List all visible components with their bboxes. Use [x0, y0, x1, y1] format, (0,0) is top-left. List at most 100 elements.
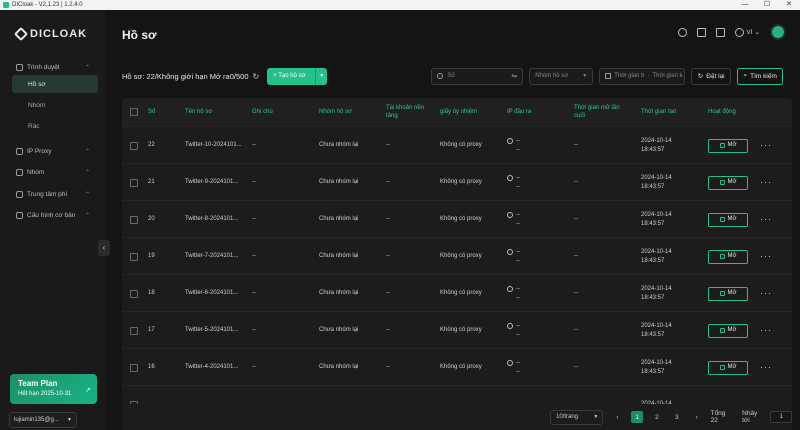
more-options-icon[interactable]: ··· [760, 164, 772, 201]
ip-value: -- [516, 137, 520, 144]
user-account-dropdown[interactable]: lujiamin135@g... ▼ [9, 412, 77, 428]
ip-value-2: -- [516, 368, 520, 375]
header-name[interactable]: Tên hồ sơ [185, 98, 212, 126]
prev-page-button[interactable]: ‹ [611, 411, 623, 423]
book-icon[interactable] [697, 27, 707, 37]
calendar-icon [605, 73, 612, 79]
more-options-icon[interactable]: ··· [760, 238, 772, 275]
header-created[interactable]: Thời gian tạo [641, 98, 676, 126]
reset-button[interactable]: ↻ Đặt lại [691, 67, 732, 85]
header-note[interactable]: Ghi chú [252, 98, 273, 126]
filter-icon[interactable]: ⇋ [511, 72, 517, 80]
open-profile-button[interactable]: Mở [708, 138, 748, 153]
link-icon[interactable] [716, 27, 726, 37]
zoom-icon[interactable] [507, 212, 513, 218]
row-checkbox[interactable] [130, 201, 138, 238]
open-icon [719, 291, 725, 296]
sidebar-item-ip-proxy[interactable]: IP Proxy ⌃ [6, 142, 98, 160]
zoom-icon[interactable] [507, 138, 513, 144]
table-row[interactable]: 22 Twitter-10-2024101... -- Chưa nhóm lại --… [122, 126, 792, 163]
open-profile-button[interactable]: Mở [708, 286, 748, 301]
select-all-checkbox[interactable] [130, 98, 138, 126]
ip-value: -- [516, 248, 520, 255]
more-options-icon[interactable]: ··· [760, 349, 772, 386]
more-options-icon[interactable]: ··· [760, 201, 772, 238]
plan-card[interactable]: Team Plan Hết hạn 2025-10-31 ↗ [10, 374, 97, 404]
row-checkbox[interactable] [130, 275, 138, 312]
more-options-icon[interactable]: ··· [760, 275, 772, 312]
row-checkbox[interactable] [130, 238, 138, 275]
open-profile-button[interactable]: Mở [708, 249, 748, 264]
zoom-icon[interactable] [507, 175, 513, 181]
zoom-icon[interactable] [507, 286, 513, 292]
search-input[interactable]: Số ⇋ [431, 67, 524, 85]
open-profile-button[interactable]: Mở [708, 212, 748, 227]
minimize-button[interactable]: — [734, 0, 756, 10]
header-platform[interactable]: Tài khoản nền tảng [386, 98, 436, 126]
row-checkbox[interactable] [130, 164, 138, 201]
add-circle-icon[interactable] [678, 27, 688, 37]
date-range-picker[interactable]: Thời gian b - Thời gian k [599, 67, 686, 85]
table-row[interactable]: 2024-10-14 [122, 385, 792, 404]
open-profile-button[interactable]: Mở [708, 360, 748, 375]
created-time: 18:43:57 [641, 146, 665, 153]
header-no[interactable]: Số [148, 98, 155, 126]
page-2-button[interactable]: 2 [651, 411, 663, 423]
zoom-icon[interactable] [507, 323, 513, 329]
cell-group: Chưa nhóm lại [319, 327, 359, 333]
open-profile-button[interactable]: Mở [708, 323, 748, 338]
chevron-down-icon[interactable]: ▼ [315, 67, 327, 85]
page-3-button[interactable]: 3 [671, 411, 683, 423]
create-profile-button[interactable]: + Tạo hồ sơ ▼ [267, 67, 328, 85]
cell-actions: Mở [708, 275, 748, 312]
header-proxy[interactable]: giấy ủy nhiệm [440, 98, 477, 126]
cell-platform: -- [386, 216, 390, 222]
next-page-button[interactable]: › [691, 411, 703, 423]
per-page-select[interactable]: 10/trang ▼ [550, 409, 604, 425]
zoom-icon[interactable] [507, 249, 513, 255]
sidebar-item-browser[interactable]: Trình duyệt ⌃ [6, 58, 98, 76]
maximize-button[interactable]: ☐ [756, 0, 778, 10]
row-checkbox[interactable] [130, 386, 138, 404]
cell-name: Twitter-5-2024101... [185, 327, 239, 333]
search-button[interactable]: ⌕ Tìm kiếm [737, 67, 784, 85]
zoom-icon[interactable] [507, 360, 513, 366]
cell-proxy: Không có proxy [440, 253, 482, 259]
goto-page-input[interactable]: 1 [770, 411, 793, 423]
language-selector[interactable]: VI ⌄ [735, 27, 760, 37]
sidebar-item-billing[interactable]: Trung tâm phí ⌃ [6, 185, 98, 203]
sidebar-sub-profiles[interactable]: Hồ sơ [12, 75, 98, 93]
row-checkbox[interactable] [130, 127, 138, 164]
refresh-icon[interactable]: ↻ [253, 72, 260, 81]
table-row[interactable]: 19 Twitter-7-2024101... -- Chưa nhóm lại -- K… [122, 237, 792, 274]
user-email: lujiamin135@g... [14, 417, 59, 423]
header-last-open[interactable]: Thời gian mở lần cuối [574, 98, 630, 126]
open-profile-button[interactable]: Mở [708, 175, 748, 190]
cell-no: 16 [148, 364, 155, 370]
header-group[interactable]: Nhóm hồ sơ [319, 98, 352, 126]
avatar[interactable] [770, 24, 786, 40]
cell-note: -- [252, 364, 256, 370]
page-title: Hồ sơ [122, 28, 157, 42]
more-options-icon[interactable]: ··· [760, 312, 772, 349]
cell-ip: -- -- [507, 312, 520, 349]
table-row[interactable]: 16 Twitter-4-2024101... -- Chưa nhóm lại -- K… [122, 348, 792, 385]
row-checkbox[interactable] [130, 349, 138, 386]
main-content: Hồ sơ VI ⌄ Hồ sơ: 22/Không giới hạn Mở r… [106, 10, 800, 430]
more-options-icon[interactable]: ··· [760, 127, 772, 164]
open-icon [719, 217, 725, 222]
table-row[interactable]: 18 Twitter-6-2024101... -- Chưa nhóm lại -- K… [122, 274, 792, 311]
header-ip[interactable]: IP đầu ra [507, 98, 531, 126]
table-row[interactable]: 21 Twitter-9-2024101... -- Chưa nhóm lại -- K… [122, 163, 792, 200]
page-1-button[interactable]: 1 [631, 411, 644, 423]
sidebar-item-team[interactable]: Nhóm ⌃ [6, 163, 98, 181]
group-select[interactable]: Nhóm hồ sơ ▼ [529, 67, 594, 85]
row-checkbox[interactable] [130, 312, 138, 349]
sidebar-sub-groups[interactable]: Nhóm [12, 96, 98, 114]
cell-platform: -- [386, 179, 390, 185]
sidebar-item-settings[interactable]: Cấu hình cơ bản ⌃ [6, 206, 98, 224]
table-row[interactable]: 17 Twitter-5-2024101... -- Chưa nhóm lại -- K… [122, 311, 792, 348]
close-button[interactable]: ✕ [778, 0, 800, 10]
table-row[interactable]: 20 Twitter-8-2024101... -- Chưa nhóm lại -- K… [122, 200, 792, 237]
sidebar-sub-trash[interactable]: Rác [12, 117, 98, 135]
